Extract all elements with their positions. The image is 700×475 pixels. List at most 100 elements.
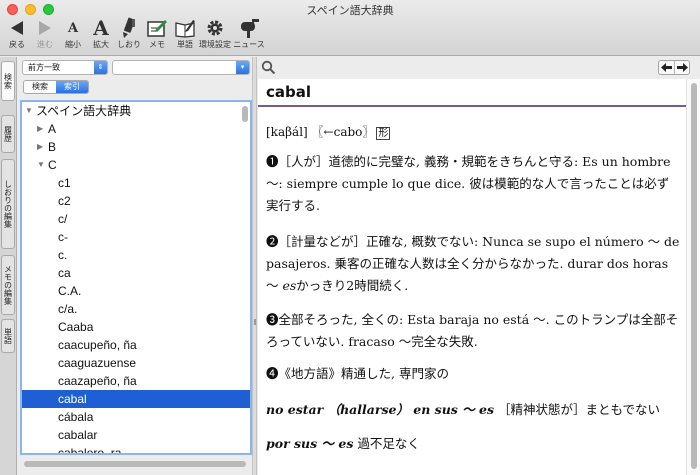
tab-words[interactable]: 単語: [1, 319, 15, 353]
idiom-meaning: 過不足なく: [357, 436, 420, 451]
sense-number: ❶: [266, 154, 279, 169]
index-tree[interactable]: ▼ スペイン語大辞典 ▶ A ▶ B ▼ C c1 c2 c/ c- c. ca…: [20, 100, 252, 455]
tab-bookmark-edit[interactable]: しおりの編集: [1, 159, 15, 249]
sense-2: ❷［計量などが］正確な, 概数でない: Nunca se supo el núm…: [266, 231, 680, 297]
idiom-meaning: ［精神状態が］まともでない: [498, 402, 661, 417]
pronunciation: [kaβál]: [266, 125, 308, 139]
list-item[interactable]: C.A.: [22, 282, 250, 300]
list-item[interactable]: c1: [22, 174, 250, 192]
previous-entry-button[interactable]: [659, 61, 674, 74]
mailbox-icon: [241, 19, 259, 38]
tab-search-label: 検索: [3, 73, 13, 89]
list-item[interactable]: c2: [22, 192, 250, 210]
search-controls: 前方一致 ⇕ ▾ 検索 索引: [18, 57, 254, 97]
segment-search[interactable]: 検索: [24, 81, 56, 93]
list-item[interactable]: cabalero, ra: [22, 444, 250, 453]
list-item[interactable]: c/: [22, 210, 250, 228]
part-of-speech-badge: 形: [376, 127, 391, 140]
title-bar: スペイン語大辞典 戻る 進む A 縮小 A 拡大 しおり メモ 単語 環境設定 …: [0, 0, 700, 56]
list-item[interactable]: cábala: [22, 408, 250, 426]
forward-arrow-icon: [39, 21, 51, 35]
back-arrow-icon: [11, 21, 23, 35]
list-item[interactable]: caaguazuense: [22, 354, 250, 372]
tree-group-label: B: [48, 140, 57, 154]
list-item[interactable]: c.: [22, 246, 250, 264]
sense-3: ❸全部そろった, 全くの: Esta baraja no está 〜. このト…: [266, 309, 680, 353]
pane-splitter[interactable]: [252, 57, 257, 475]
search-index-toggle: 検索 索引: [23, 80, 89, 94]
list-item[interactable]: c/a.: [22, 300, 250, 318]
sense-number: ❸: [266, 312, 279, 327]
list-item[interactable]: Caaba: [22, 318, 250, 336]
disclosure-open-icon[interactable]: ▼: [25, 102, 33, 120]
sense-label: 《地方語》: [278, 366, 342, 381]
list-item[interactable]: caacupeño, ña: [22, 336, 250, 354]
small-a-icon: A: [67, 20, 79, 36]
word-list-label: 単語: [177, 40, 193, 49]
content-scrollbar[interactable]: [686, 79, 700, 475]
tree-group-a[interactable]: ▶ A: [22, 120, 250, 138]
news-label: ニュース: [233, 40, 265, 49]
idiom-phrase: por sus 〜 es: [266, 436, 354, 451]
disclosure-open-icon[interactable]: ▼: [37, 156, 45, 174]
tab-history[interactable]: 履歴: [1, 115, 15, 153]
arrow-right-icon: [676, 63, 688, 72]
idiom-1: no estar （hallarse） en sus 〜 es ［精神状態が］ま…: [266, 399, 680, 421]
tree-scrollbar-thumb[interactable]: [242, 106, 248, 122]
sense-1: ❶［人が］道徳的に完璧な, 義務・規範をきちんと守る: Es un hombre…: [266, 151, 680, 217]
tree-group-c[interactable]: ▼ C: [22, 156, 250, 174]
sense-text: 精通した, 専門家の: [341, 366, 449, 381]
horizontal-scroll-thumb[interactable]: [24, 461, 246, 467]
entry-headword: cabal: [266, 83, 312, 101]
content-scroll-thumb[interactable]: [691, 83, 697, 469]
sense-label: ［人が］: [278, 154, 329, 169]
list-item[interactable]: c-: [22, 228, 250, 246]
sense-number: ❹: [266, 366, 279, 381]
entry-pronunciation-line: [kaβál] 〖←cabo〗形: [266, 123, 391, 140]
list-item[interactable]: cabalar: [22, 426, 250, 444]
news-button[interactable]: ニュース: [232, 16, 266, 54]
tree-group-b[interactable]: ▶ B: [22, 138, 250, 156]
list-item-selected[interactable]: cabal: [22, 390, 250, 408]
sense-label: ［計量などが］: [278, 234, 367, 249]
tab-words-label: 単語: [3, 328, 13, 344]
chevron-down-icon[interactable]: ▾: [236, 61, 249, 74]
tab-search[interactable]: 検索: [1, 61, 15, 101]
sense-4: ❹《地方語》精通した, 専門家の: [266, 363, 680, 385]
sense-tail: かっきり2時間続く.: [296, 278, 409, 293]
search-mode-value: 前方一致: [28, 63, 60, 72]
search-icon[interactable]: [261, 60, 276, 75]
arrow-left-icon: [661, 63, 672, 72]
tab-memo-edit-label: メモの編集: [3, 265, 13, 305]
tree-root[interactable]: ▼ スペイン語大辞典: [22, 102, 250, 120]
gear-icon: [207, 20, 223, 36]
splitter-grip-icon: [254, 319, 256, 325]
disclosure-closed-icon[interactable]: ▶: [37, 138, 43, 156]
preferences-button[interactable]: 環境設定: [198, 16, 232, 54]
sense-text: 全部そろった, 全くの: Esta baraja no está 〜. このトラ…: [266, 312, 679, 349]
tab-bookmark-edit-label: しおりの編集: [3, 180, 13, 228]
word-list-button[interactable]: 単語: [168, 16, 202, 54]
sense-italic: es: [282, 278, 297, 293]
tree-root-label: スペイン語大辞典: [36, 104, 132, 118]
tree-group-label: A: [48, 122, 57, 136]
tree-horizontal-scrollbar[interactable]: [20, 455, 252, 475]
history-nav: [658, 60, 690, 75]
search-input[interactable]: ▾: [112, 60, 250, 75]
tab-memo-edit[interactable]: メモの編集: [1, 255, 15, 315]
large-a-icon: A: [93, 16, 109, 40]
next-entry-button[interactable]: [674, 61, 689, 74]
search-mode-select[interactable]: 前方一致 ⇕: [22, 60, 108, 75]
tab-history-label: 履歴: [3, 126, 13, 142]
tree-group-label: C: [48, 158, 57, 172]
content-toolbar: [257, 57, 700, 79]
entry-content: cabal [kaβál] 〖←cabo〗形 ❶［人が］道徳的に完璧な, 義務・…: [258, 79, 686, 475]
list-item[interactable]: ca: [22, 264, 250, 282]
etymology: 〖←cabo〗: [311, 125, 375, 139]
bookmark-pen-icon: [123, 17, 135, 38]
idiom-phrase: no estar （hallarse） en sus 〜 es: [266, 402, 495, 417]
preferences-label: 環境設定: [199, 40, 231, 49]
segment-index[interactable]: 索引: [56, 81, 88, 93]
disclosure-closed-icon[interactable]: ▶: [37, 120, 43, 138]
list-item[interactable]: caazapeño, ña: [22, 372, 250, 390]
